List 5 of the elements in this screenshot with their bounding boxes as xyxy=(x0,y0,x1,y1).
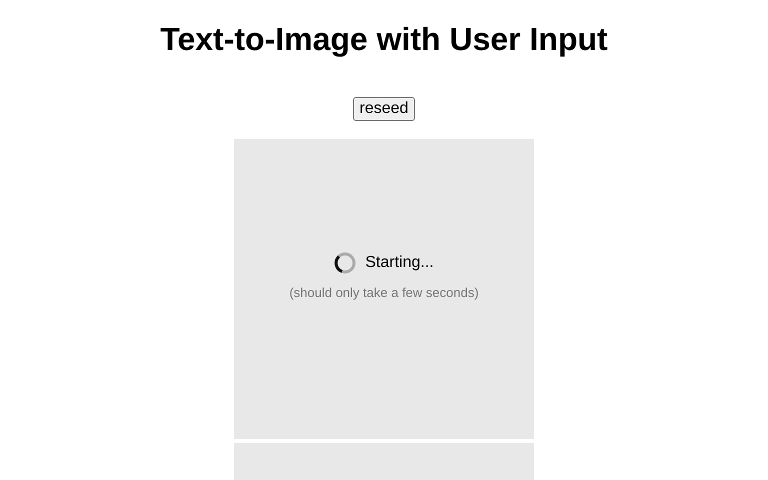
spinner-icon xyxy=(334,252,356,274)
page-title: Text-to-Image with User Input xyxy=(160,20,608,59)
reseed-button[interactable]: reseed xyxy=(352,97,416,121)
status-text: Starting... xyxy=(365,253,434,274)
hint-text: (should only take a few seconds) xyxy=(289,284,479,302)
